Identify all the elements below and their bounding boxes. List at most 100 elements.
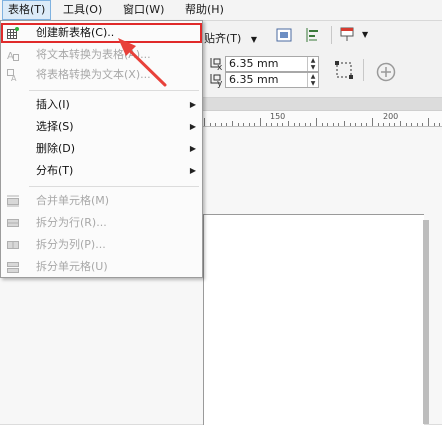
table-to-text-icon: A [7,69,19,83]
add-icon[interactable] [376,62,396,82]
ruler-tick [332,123,334,126]
ruler-tick [220,123,222,126]
chevron-down-icon[interactable]: ▼ [362,30,368,39]
ruler-tick [237,123,239,126]
ruler-tick [204,118,205,126]
menu-item-label: 拆分单元格(U) [36,260,108,273]
menu-item-label: 选择(S) [36,120,74,133]
ruler-tick [299,123,301,126]
ruler-tick [321,123,323,126]
ruler-tick [338,123,340,126]
x-offset-field[interactable]: 6.35 mm ▲ ▼ [225,56,319,72]
text-to-table-icon: A [7,49,19,62]
page-shadow [423,220,429,424]
menu-item-merge-cells[interactable]: 合并单元格(M) [1,191,202,211]
ruler-tick [377,123,379,126]
menu-separator [29,186,199,187]
ruler-tick [372,118,373,126]
split-rows-icon [7,217,19,229]
ruler-tick [232,121,233,126]
ruler-tick [226,123,228,126]
menu-item-split-columns[interactable]: 拆分为列(P)... [1,235,202,255]
align-icon[interactable] [304,27,320,43]
menu-item-label: 创建新表格(C).. [36,26,115,39]
menu-item-insert[interactable]: 插入(I) ▶ [1,95,202,115]
ruler-tick [366,123,368,126]
ruler-tick [209,123,211,126]
menu-item-delete[interactable]: 删除(D) ▶ [1,139,202,159]
toolbar-separator [363,59,364,81]
menu-item-label: 删除(D) [36,142,76,155]
ruler-tick [248,123,250,126]
frame-icon[interactable] [276,28,292,42]
submenu-arrow-icon: ▶ [189,144,196,153]
ruler-tick [288,121,289,126]
chevron-down-icon: ▼ [250,35,257,44]
menu-item-label: 拆分为列(P)... [36,238,106,251]
ruler-label: 200 [383,112,399,121]
menu-item-label: 分布(T) [36,164,74,177]
ruler-tick [439,123,441,126]
ruler-tick [293,123,295,126]
y-offset-field[interactable]: 6.35 mm ▲ ▼ [225,72,319,88]
ruler-tick [215,123,217,126]
table-menu: 创建新表格(C).. A 将文本转换为表格(A)... A 将表格转换为文本(X… [0,20,203,278]
ruler-label: 150 [270,112,286,121]
menu-item-label: 拆分为行(R)... [36,216,107,229]
ruler-tick [282,123,284,126]
page-options-icon[interactable] [340,27,354,43]
menu-table[interactable]: 表格(T) [2,0,52,20]
toolbar-separator [331,26,332,44]
ruler-tick [433,123,435,126]
menu-item-create-table[interactable]: 创建新表格(C).. [1,23,202,43]
ruler-tick [388,123,390,126]
menu-item-label: 将表格转换为文本(X)... [36,68,151,81]
selection-box-icon[interactable] [334,60,354,80]
menu-help[interactable]: 帮助(H) [180,0,229,20]
ruler-tick [355,123,357,126]
ruler-tick [243,123,245,126]
menu-item-label: 合并单元格(M) [36,194,110,207]
menu-item-select[interactable]: 选择(S) ▶ [1,117,202,137]
menu-item-label: 将文本转换为表格(A)... [36,48,151,61]
ruler-tick [394,123,396,126]
submenu-arrow-icon: ▶ [189,166,196,175]
split-columns-icon [7,239,19,251]
ruler-tick [383,123,385,126]
snap-dropdown[interactable]: 贴齐(T) ▼ [204,30,257,46]
y-offset-stepper[interactable]: ▲ ▼ [307,73,318,87]
menu-separator [29,90,199,91]
svg-text:A: A [11,74,17,81]
menu-item-text-to-table[interactable]: A 将文本转换为表格(A)... [1,45,202,65]
menu-window[interactable]: 窗口(W) [118,0,169,20]
menu-item-distribute[interactable]: 分布(T) ▶ [1,161,202,181]
svg-text:A: A [7,51,14,61]
snap-label: 贴齐(T) [204,32,242,45]
ruler-tick [344,121,345,126]
ruler-tick [276,123,278,126]
menu-tools[interactable]: 工具(O) [58,0,107,20]
ruler-tick [428,118,429,126]
menubar: 表格(T) 工具(O) 窗口(W) 帮助(H) [0,0,442,21]
x-offset-sub: x [217,63,223,73]
document-page[interactable] [203,214,424,425]
ruler-tick [310,123,312,126]
ruler-tick [416,123,418,126]
ruler-tick [400,121,401,126]
ruler-tick [349,123,351,126]
ruler-tick [265,123,267,126]
ruler-tick [411,123,413,126]
menu-item-table-to-text[interactable]: A 将表格转换为文本(X)... [1,65,202,85]
x-offset-value: 6.35 mm [229,57,279,70]
y-offset-sub: y [217,79,223,89]
split-cells-icon [7,261,19,273]
merge-cells-icon [7,195,19,207]
ruler-tick [316,118,317,126]
x-offset-stepper[interactable]: ▲ ▼ [307,57,318,71]
ruler-tick [422,123,424,126]
submenu-arrow-icon: ▶ [189,100,196,109]
menu-item-split-cells[interactable]: 拆分单元格(U) [1,257,202,277]
ruler-tick [271,123,273,126]
ruler-tick [360,123,362,126]
menu-item-split-rows[interactable]: 拆分为行(R)... [1,213,202,233]
